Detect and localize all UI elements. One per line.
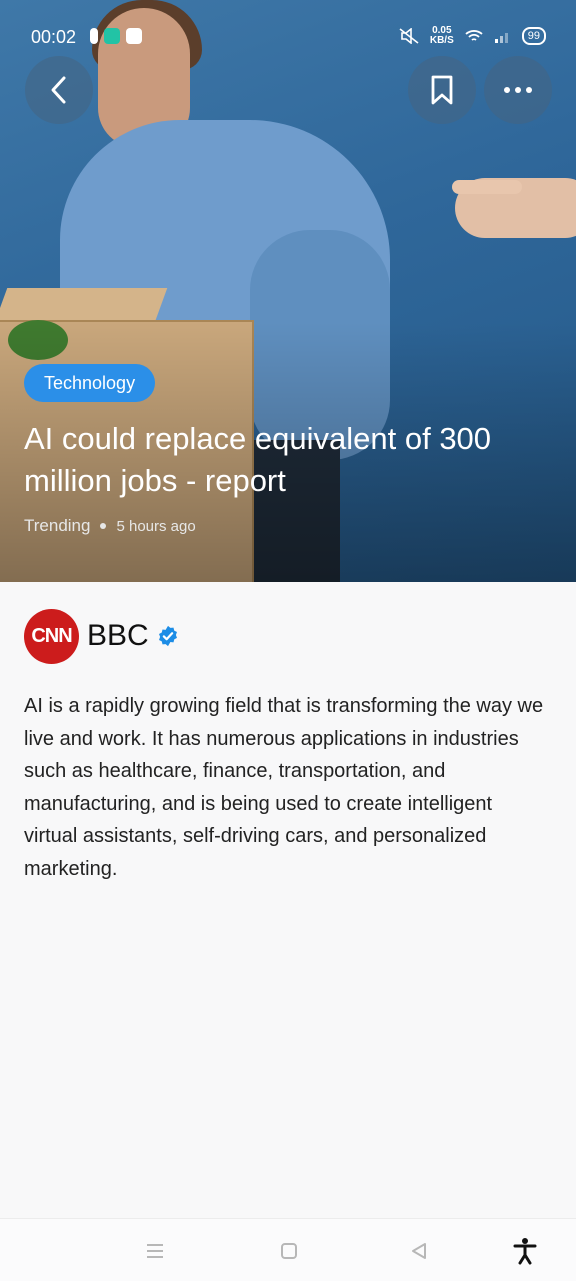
status-time: 00:02: [31, 27, 77, 47]
published-time: 5 hours ago: [116, 517, 196, 535]
status-bar: 00:02 0.05 KB/S 99: [0, 0, 576, 76]
wifi-icon: [465, 30, 483, 41]
menu-icon: [147, 1244, 163, 1258]
more-options-button[interactable]: [484, 56, 552, 124]
back-button[interactable]: [25, 56, 93, 124]
accessibility-icon: [513, 1238, 537, 1265]
mute-icon: [399, 28, 419, 44]
system-back-button[interactable]: [404, 1237, 434, 1265]
article-meta: Trending 5 hours ago: [24, 516, 196, 536]
status-right: 0.05 KB/S 99: [398, 26, 546, 46]
source-name: BBC: [87, 619, 149, 652]
bookmark-button[interactable]: [408, 56, 476, 124]
trending-label: Trending: [24, 516, 91, 535]
recent-apps-button[interactable]: [140, 1237, 170, 1265]
signal-icon: [494, 33, 508, 43]
chevron-left-icon: [51, 76, 66, 104]
linkedin-icon: [126, 28, 142, 44]
back-triangle-icon: [412, 1243, 426, 1259]
system-navigation-bar: [0, 1218, 576, 1281]
hero-image: 00:02 0.05 KB/S 99 Technology AI could r…: [0, 0, 576, 582]
accessibility-button[interactable]: [510, 1237, 540, 1265]
category-tag[interactable]: Technology: [24, 364, 156, 402]
notification-icons: [90, 28, 142, 44]
more-horizontal-icon: [504, 87, 532, 93]
key-icon: [90, 28, 98, 44]
source-logo: CNN: [24, 608, 79, 664]
article-headline: AI could replace equivalent of 300 milli…: [24, 421, 492, 498]
bookmark-icon: [431, 75, 453, 105]
article-body: AI is a rapidly growing field that is tr…: [24, 695, 544, 880]
verified-badge-icon: [158, 625, 177, 647]
home-button[interactable]: [274, 1237, 304, 1265]
separator-dot: [100, 523, 107, 529]
home-square-icon: [281, 1243, 297, 1259]
battery-indicator: 99: [521, 27, 546, 45]
source-row[interactable]: CNN BBC: [24, 608, 179, 664]
message-app-icon: [104, 28, 120, 44]
network-speed: 0.05 KB/S: [430, 26, 454, 46]
photo-shape: [452, 180, 522, 194]
speed-unit: KB/S: [429, 35, 454, 46]
